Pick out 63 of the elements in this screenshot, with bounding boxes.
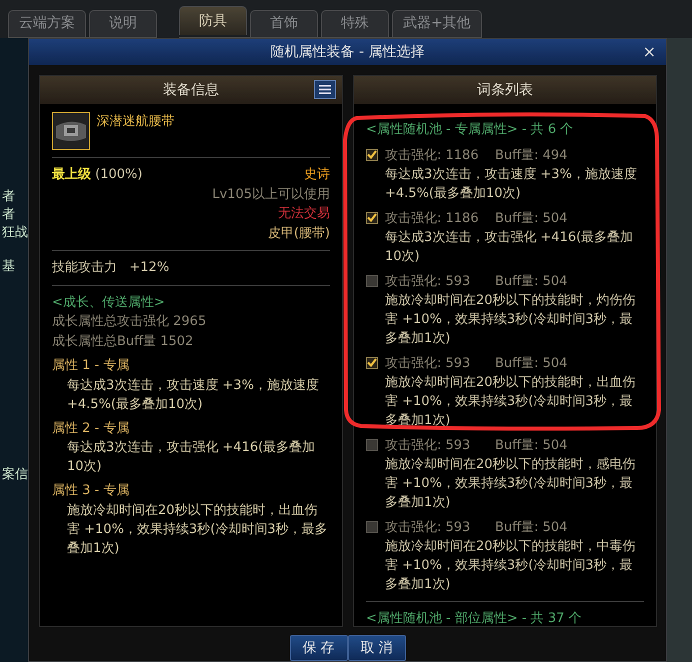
attribute-title: 属性 3 - 专属 <box>52 482 130 500</box>
pool-heading: <属性随机池 - 部位属性> - 共 37 个 <box>366 610 583 626</box>
growth-stat: 成长属性总攻击强化 2965 <box>52 313 208 331</box>
affix-text: 施放冷却时间在20秒以下的技能时，中毒伤害 +10%，效果持续3秒(冷却时间3秒，最多叠加1次) <box>385 538 637 594</box>
panel-title: 词条列表 <box>477 80 533 100</box>
affix-text: 施放冷却时间在20秒以下的技能时，出血伤害 +10%，效果持续3秒(冷却时间3秒，最多叠加1次) <box>385 374 637 430</box>
background-text: 案信 <box>1 466 28 484</box>
buff-stat: Buff量: 504 <box>495 354 568 372</box>
affix-text: 每达成3次连击，攻击强化 +416(最多叠加10次) <box>385 228 634 266</box>
attribute-text: 每达成3次连击，攻击速度 +3%，施放速度 +4.5%(最多叠加10次) <box>66 376 320 414</box>
attribute-title: 属性 2 - 专属 <box>52 420 130 438</box>
attack-stat: 攻击强化: 1186 <box>385 146 480 164</box>
save-button[interactable]: 保 存 <box>290 635 348 661</box>
growth-heading: <成长、传送属性> <box>52 294 166 312</box>
tab[interactable]: 说明 <box>89 10 157 37</box>
buff-stat: Buff量: 504 <box>495 272 568 290</box>
dialog-title: 随机属性装备 - 属性选择 <box>270 42 424 62</box>
grade-label: 最上级 <box>52 167 91 182</box>
panel-title: 装备信息 <box>163 80 219 100</box>
attribute-text: 每达成3次连击，攻击强化 +416(最多叠加10次) <box>66 439 316 476</box>
tab[interactable]: 云端方案 <box>8 10 86 37</box>
checkbox[interactable] <box>366 148 378 160</box>
checkbox[interactable] <box>366 356 378 368</box>
cancel-button[interactable]: 取 消 <box>348 635 406 661</box>
belt-icon <box>52 112 90 150</box>
buff-stat: Buff量: 494 <box>495 146 568 164</box>
rarity-label: 史诗 <box>304 167 330 182</box>
checkbox[interactable] <box>366 438 378 450</box>
background-text: 者 <box>1 206 16 224</box>
tab[interactable]: 武器+其他 <box>392 10 482 37</box>
checkbox[interactable] <box>366 212 378 224</box>
skill-bonus: 技能攻击力 +12% <box>52 259 170 277</box>
attack-stat: 攻击强化: 593 <box>385 436 472 454</box>
item-type: 皮甲(腰带) <box>268 226 330 240</box>
attack-stat: 攻击强化: 593 <box>385 354 472 372</box>
attribute-text: 施放冷却时间在20秒以下的技能时，出血伤害 +10%，效果持续3秒(冷却时间3秒，最多叠加1次) <box>66 502 329 558</box>
attribute-title: 属性 1 - 专属 <box>52 357 130 375</box>
attack-stat: 攻击强化: 593 <box>385 518 472 536</box>
trade-status: 无法交易 <box>278 206 330 221</box>
attack-stat: 攻击强化: 1186 <box>385 210 480 228</box>
attack-stat: 攻击强化: 593 <box>385 272 472 290</box>
tab[interactable]: 首饰 <box>250 10 318 37</box>
menu-button[interactable] <box>314 80 336 99</box>
affix-text: 每达成3次连击，攻击速度 +3%，施放速度 +4.5%(最多叠加10次) <box>385 166 638 202</box>
affix-text: 施放冷却时间在20秒以下的技能时，感电伤害 +10%，效果持续3秒(冷却时间3秒，最多叠加1次) <box>385 456 637 512</box>
background-text: 者 <box>1 188 16 206</box>
checkbox[interactable] <box>366 274 378 286</box>
level-requirement: Lv105以上可以使用 <box>212 186 330 202</box>
tab[interactable]: 特殊 <box>321 10 389 37</box>
grade-percent: (100%) <box>95 167 142 182</box>
buff-stat: Buff量: 504 <box>495 210 568 228</box>
pool-heading: <属性随机池 - 专属属性> - 共 6 个 <box>366 121 574 139</box>
background-text: 狂战 <box>1 224 28 242</box>
menu-icon <box>319 85 331 94</box>
buff-stat: Buff量: 504 <box>495 436 568 454</box>
close-button[interactable]: × <box>638 42 660 62</box>
buff-stat: Buff量: 504 <box>495 518 568 536</box>
growth-stat: 成长属性总Buff量 1502 <box>52 332 194 350</box>
background-text: 基 <box>1 258 16 276</box>
item-name: 深潜迷航腰带 <box>96 113 174 131</box>
tab[interactable]: 防具 <box>179 6 247 35</box>
checkbox[interactable] <box>366 520 378 532</box>
affix-text: 施放冷却时间在20秒以下的技能时，灼伤伤害 +10%，效果持续3秒(冷却时间3秒，最多叠加1次) <box>385 292 637 348</box>
